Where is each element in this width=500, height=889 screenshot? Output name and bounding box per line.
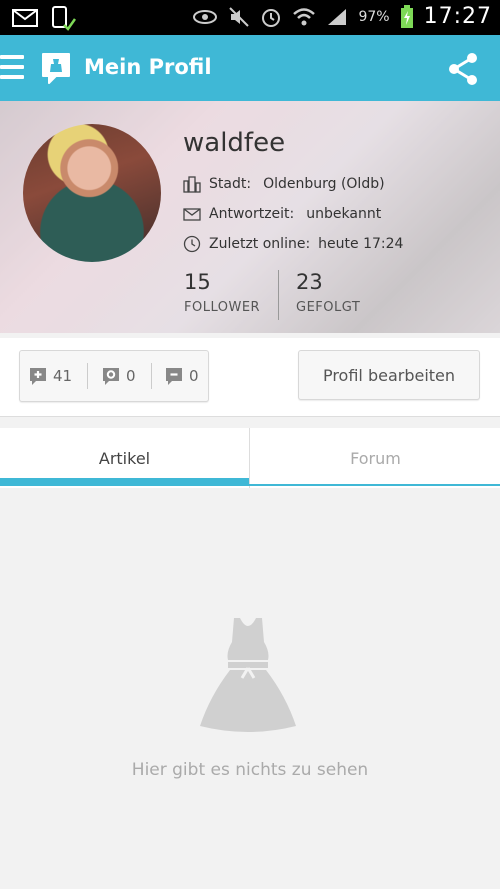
phone-check-icon bbox=[52, 6, 76, 31]
following-count[interactable]: 23 bbox=[296, 270, 323, 294]
battery-percent: 97% bbox=[358, 8, 390, 25]
plus-counter[interactable]: 41 bbox=[28, 351, 72, 401]
online-row: Zuletzt online: heute 17:24 bbox=[183, 235, 403, 253]
app-bar: Mein Profil bbox=[0, 35, 500, 101]
response-row: Antwortzeit: unbekannt bbox=[183, 205, 381, 223]
stats-divider bbox=[278, 270, 279, 320]
response-label: Antwortzeit: bbox=[209, 206, 295, 222]
tab-divider bbox=[249, 428, 250, 488]
tab-forum[interactable]: Forum bbox=[251, 428, 500, 488]
status-bar: 97% 17:27 bbox=[0, 0, 500, 35]
active-tab-indicator bbox=[0, 478, 249, 486]
username: waldfee bbox=[183, 128, 286, 158]
clock-icon bbox=[183, 235, 201, 253]
response-value: unbekannt bbox=[306, 206, 382, 222]
plus-count: 41 bbox=[53, 367, 73, 385]
wifi-icon bbox=[293, 7, 316, 25]
clock: 17:27 bbox=[423, 4, 492, 29]
follower-count[interactable]: 15 bbox=[184, 270, 211, 294]
city-value: Oldenburg (Oldb) bbox=[263, 176, 385, 192]
online-label: Zuletzt online: bbox=[209, 236, 311, 252]
empty-state-text: Hier gibt es nichts zu sehen bbox=[131, 760, 369, 780]
city-buildings-icon bbox=[183, 176, 201, 193]
counter-divider bbox=[151, 363, 152, 389]
circle-counter[interactable]: 0 bbox=[101, 351, 136, 401]
avatar[interactable] bbox=[23, 124, 161, 262]
following-label[interactable]: GEFOLGT bbox=[296, 300, 360, 315]
envelope-icon bbox=[183, 208, 201, 221]
eye-icon bbox=[193, 9, 218, 24]
page-title: Mein Profil bbox=[84, 55, 212, 79]
action-row: 41 0 0 Profil bearbeiten bbox=[0, 338, 500, 417]
dress-icon bbox=[200, 618, 296, 732]
edit-profile-button[interactable]: Profil bearbeiten bbox=[298, 350, 480, 400]
share-icon[interactable] bbox=[446, 52, 480, 86]
minus-bubble-icon bbox=[166, 368, 182, 385]
signal-icon bbox=[328, 8, 347, 25]
mute-icon bbox=[229, 6, 250, 27]
online-value: heute 17:24 bbox=[318, 236, 404, 252]
city-label: Stadt: bbox=[209, 176, 252, 192]
alarm-icon bbox=[262, 8, 281, 27]
menu-icon[interactable] bbox=[0, 55, 24, 81]
battery-icon bbox=[400, 4, 413, 28]
mail-icon bbox=[12, 9, 38, 27]
counter-divider bbox=[87, 363, 88, 389]
plus-bubble-icon bbox=[30, 368, 46, 385]
circle-bubble-icon bbox=[103, 368, 119, 385]
minus-counter[interactable]: 0 bbox=[164, 351, 199, 401]
follower-label[interactable]: FOLLOWER bbox=[184, 300, 260, 315]
city-row: Stadt: Oldenburg (Oldb) bbox=[183, 175, 385, 193]
minus-count: 0 bbox=[189, 367, 199, 385]
app-logo-icon bbox=[42, 53, 70, 84]
tab-baseline bbox=[249, 484, 500, 486]
activity-counters: 41 0 0 bbox=[19, 350, 209, 402]
circle-count: 0 bbox=[126, 367, 136, 385]
